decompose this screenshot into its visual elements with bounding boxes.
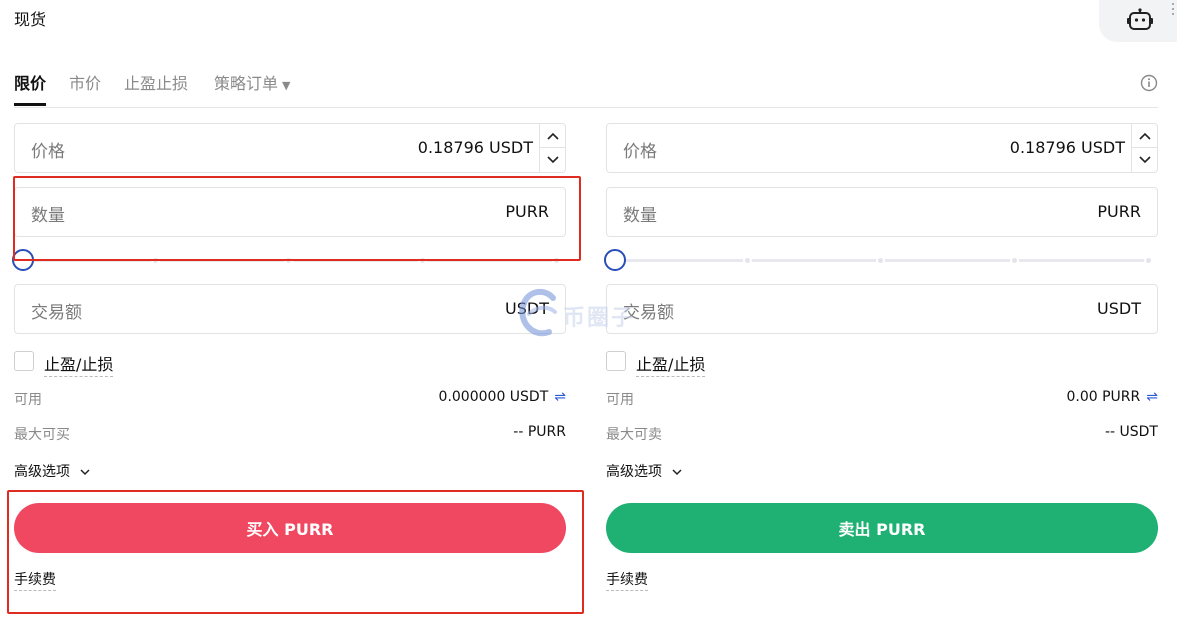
buy-percent-slider[interactable] <box>12 248 566 272</box>
buy-available-label: 可用 <box>14 392 42 408</box>
chevron-down-icon <box>80 469 90 476</box>
buy-amount-input[interactable]: 交易额 USDT <box>14 284 566 334</box>
chevron-down-icon <box>672 469 682 476</box>
slider-handle[interactable] <box>12 249 34 271</box>
sell-button[interactable]: 卖出 PURR <box>606 503 1158 553</box>
buy-advanced-options[interactable]: 高级选项 <box>14 461 90 481</box>
sell-available-label: 可用 <box>606 392 634 408</box>
buy-tpsl-label[interactable]: 止盈/止损 <box>44 351 114 377</box>
slider-tick-100[interactable] <box>1144 256 1153 265</box>
buy-price-value[interactable]: 0.18796 USDT <box>418 138 533 157</box>
sell-max-value: -- USDT <box>1104 424 1158 440</box>
sell-fee-link[interactable]: 手续费 <box>606 569 648 591</box>
buy-quantity-label: 数量 <box>31 206 65 226</box>
chevron-up-icon[interactable] <box>1132 124 1157 148</box>
sell-amount-unit: USDT <box>1097 299 1141 318</box>
sell-price-stepper <box>1131 124 1157 172</box>
info-icon[interactable] <box>1140 74 1158 92</box>
buy-quantity-unit: PURR <box>505 202 549 221</box>
slider-handle[interactable] <box>604 249 626 271</box>
sell-quantity-label: 数量 <box>623 206 657 226</box>
robot-icon[interactable] <box>1127 8 1153 32</box>
sell-tpsl-checkbox[interactable] <box>606 351 626 371</box>
tab-market[interactable]: 市价 <box>69 70 101 94</box>
slider-tick-75[interactable] <box>1010 256 1019 265</box>
slider-tick-75[interactable] <box>418 256 427 265</box>
caret-down-icon: ▼ <box>282 79 291 92</box>
chevron-down-icon[interactable] <box>540 148 565 172</box>
more-vertical-icon[interactable] <box>1171 3 1175 17</box>
buy-price-label: 价格 <box>31 142 65 162</box>
sell-advanced-options[interactable]: 高级选项 <box>606 461 682 481</box>
chevron-down-icon[interactable] <box>1132 148 1157 172</box>
slider-tick-25[interactable] <box>151 256 160 265</box>
buy-max-label: 最大可买 <box>14 427 70 443</box>
slider-tick-50[interactable] <box>284 256 293 265</box>
buy-max-row: 最大可买 -- PURR <box>14 424 566 444</box>
tab-tp-sl[interactable]: 止盈止损 <box>124 70 188 94</box>
sell-available-row: 可用 0.00 PURR ⇌ <box>606 389 1158 409</box>
buy-price-stepper <box>539 124 565 172</box>
buy-fee-link[interactable]: 手续费 <box>14 569 56 591</box>
buy-max-value: -- PURR <box>513 424 566 440</box>
buy-available-row: 可用 0.000000 USDT ⇌ <box>14 389 566 409</box>
assistant-panel[interactable] <box>1099 0 1177 42</box>
sell-price-value[interactable]: 0.18796 USDT <box>1010 138 1125 157</box>
sell-quantity-input[interactable]: 数量 PURR <box>606 187 1158 237</box>
page-title: 现货 <box>14 10 47 29</box>
buy-quantity-input[interactable]: 数量 PURR <box>14 187 566 237</box>
order-type-tabs: 限价 市价 止盈止损 策略订单 ▼ <box>14 70 1158 108</box>
buy-price-input[interactable]: 价格 0.18796 USDT <box>14 123 566 173</box>
slider-tick-25[interactable] <box>743 256 752 265</box>
sell-price-label: 价格 <box>623 142 657 162</box>
watermark: 币圈子 <box>515 284 665 342</box>
buy-available-value: 0.000000 USDT <box>438 389 549 405</box>
swap-icon[interactable]: ⇌ <box>1146 389 1158 405</box>
buy-tpsl-checkbox[interactable] <box>14 351 34 371</box>
sell-max-row: 最大可卖 -- USDT <box>606 424 1158 444</box>
sell-available-value: 0.00 PURR <box>1066 389 1141 405</box>
sell-max-label: 最大可卖 <box>606 427 662 443</box>
swap-icon[interactable]: ⇌ <box>554 389 566 405</box>
sell-percent-slider[interactable] <box>604 248 1158 272</box>
sell-tpsl-label[interactable]: 止盈/止损 <box>636 351 706 377</box>
slider-tick-50[interactable] <box>876 256 885 265</box>
chevron-up-icon[interactable] <box>540 124 565 148</box>
buy-button[interactable]: 买入 PURR <box>14 503 566 553</box>
tab-strategy-orders[interactable]: 策略订单 ▼ <box>214 70 290 94</box>
watermark-logo <box>519 288 557 337</box>
sell-quantity-unit: PURR <box>1097 202 1141 221</box>
tab-limit[interactable]: 限价 <box>14 70 47 106</box>
watermark-text: 币圈子 <box>563 306 636 331</box>
buy-amount-label: 交易额 <box>31 303 82 323</box>
sell-price-input[interactable]: 价格 0.18796 USDT <box>606 123 1158 173</box>
sell-amount-input[interactable]: 交易额 USDT <box>606 284 1158 334</box>
slider-tick-100[interactable] <box>552 256 561 265</box>
